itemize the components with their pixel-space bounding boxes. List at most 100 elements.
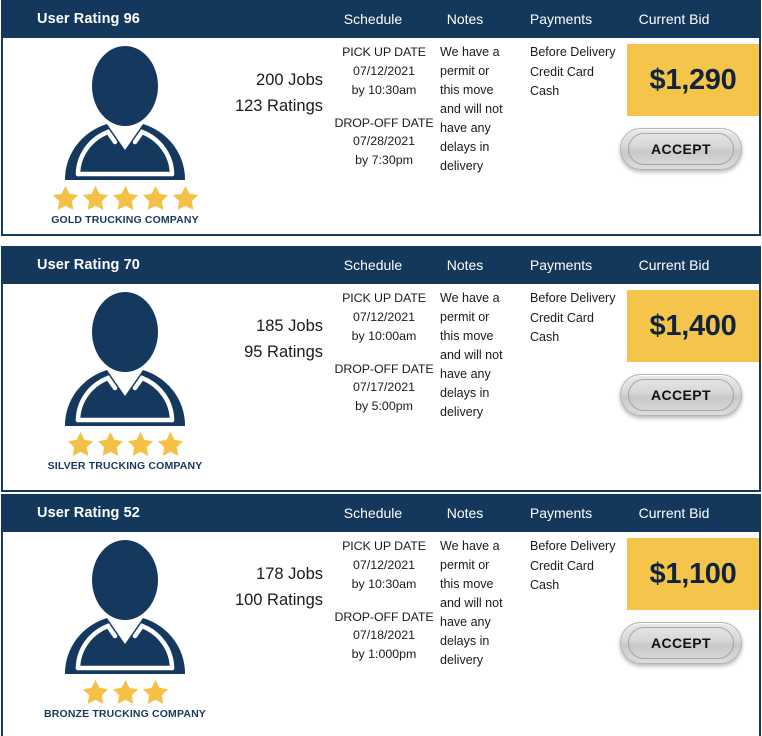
avatar — [60, 540, 190, 675]
notes-text: We have a permit or this move and will n… — [440, 291, 503, 419]
star-rating — [25, 429, 225, 459]
current-bid-box: $1,290 — [627, 44, 759, 116]
pickup-time: by 10:30am — [351, 576, 417, 591]
current-bid-box: $1,100 — [627, 538, 759, 610]
notes-text: We have a permit or this move and will n… — [440, 45, 503, 173]
star-icon — [97, 431, 123, 456]
column-header-notes: Notes — [446, 257, 484, 273]
accept-button[interactable]: ACCEPT — [620, 374, 742, 416]
bid-card: User Rating 70 Schedule Notes Payments C… — [1, 246, 761, 492]
user-rating-label: User Rating 70 — [37, 257, 140, 273]
pickup-label: PICK UP DATE — [342, 291, 426, 305]
dropoff-group: DROP-OFF DATE 07/28/2021 by 7:30pm — [330, 114, 438, 171]
bid-amount: $1,290 — [649, 63, 737, 96]
pickup-group: PICK UP DATE 07/12/2021 by 10:30am — [330, 537, 438, 594]
column-header-payments: Payments — [529, 257, 593, 273]
avatar — [60, 46, 190, 181]
dropoff-time: by 1:000pm — [351, 647, 417, 662]
bid-amount: $1,400 — [649, 309, 737, 342]
schedule-column: PICK UP DATE 07/12/2021 by 10:00am DROP-… — [330, 289, 438, 416]
user-avatar-icon — [64, 46, 186, 180]
pickup-label: PICK UP DATE — [342, 539, 426, 553]
payment-method: Cash — [530, 84, 560, 99]
jobs-count: 200 Jobs — [256, 71, 323, 89]
column-header-payments: Payments — [529, 505, 593, 521]
payment-method: Before Delivery — [530, 539, 616, 553]
star-icon — [112, 679, 138, 704]
column-header-notes: Notes — [446, 11, 484, 27]
star-icon — [112, 185, 138, 210]
pickup-group: PICK UP DATE 07/12/2021 by 10:30am — [330, 43, 438, 100]
star-icon — [172, 185, 198, 210]
star-icon — [82, 679, 108, 704]
star-icon — [157, 431, 183, 456]
company-name: GOLD TRUCKING COMPANY — [51, 214, 199, 226]
column-header-current-bid: Current Bid — [638, 11, 710, 27]
column-header-notes: Notes — [446, 505, 484, 521]
jobs-stats: 178 Jobs 100 Ratings — [193, 562, 323, 613]
accept-button-label: ACCEPT — [651, 635, 711, 651]
company-name: SILVER TRUCKING COMPANY — [47, 460, 203, 472]
accept-button[interactable]: ACCEPT — [620, 128, 742, 170]
user-rating-label: User Rating 52 — [37, 505, 140, 521]
card-body: SILVER TRUCKING COMPANY 185 Jobs 95 Rati… — [3, 284, 759, 488]
dropoff-label: DROP-OFF DATE — [334, 115, 434, 130]
user-avatar-icon — [64, 292, 186, 426]
current-bid-box: $1,400 — [627, 290, 759, 362]
dropoff-date: 07/18/2021 — [352, 628, 415, 643]
schedule-column: PICK UP DATE 07/12/2021 by 10:30am DROP-… — [330, 43, 438, 170]
bid-card: User Rating 96 Schedule Notes Payments C… — [1, 0, 761, 236]
card-body: BRONZE TRUCKING COMPANY 178 Jobs 100 Rat… — [3, 532, 759, 734]
ratings-count: 95 Ratings — [244, 342, 323, 361]
card-header: User Rating 70 Schedule Notes Payments C… — [1, 246, 761, 284]
dropoff-date: 07/28/2021 — [352, 134, 415, 149]
dropoff-time: by 7:30pm — [355, 153, 413, 168]
dropoff-label: DROP-OFF DATE — [334, 361, 434, 376]
notes-text: We have a permit or this move and will n… — [440, 539, 503, 667]
payment-method: Credit Card — [530, 310, 594, 325]
user-rating-label: User Rating 96 — [37, 11, 140, 27]
pickup-date: 07/12/2021 — [352, 309, 415, 324]
jobs-count: 178 Jobs — [256, 565, 323, 583]
dropoff-group: DROP-OFF DATE 07/17/2021 by 5:00pm — [330, 360, 438, 417]
pickup-time: by 10:00am — [351, 328, 417, 343]
star-rating — [25, 183, 225, 213]
star-icon — [82, 185, 108, 210]
star-icon — [142, 679, 168, 704]
payment-method: Cash — [530, 330, 560, 345]
payment-method: Before Delivery — [530, 291, 616, 305]
payment-method: Credit Card — [530, 64, 594, 79]
pickup-date: 07/12/2021 — [352, 63, 415, 78]
payments-column: Before Delivery Credit Card Cash — [530, 289, 626, 348]
bid-amount: $1,100 — [649, 557, 737, 590]
payment-method: Cash — [530, 578, 560, 593]
accept-button[interactable]: ACCEPT — [620, 622, 742, 664]
column-header-current-bid: Current Bid — [638, 505, 710, 521]
card-body: GOLD TRUCKING COMPANY 200 Jobs 123 Ratin… — [3, 38, 759, 234]
payment-method: Before Delivery — [530, 45, 616, 59]
pickup-label: PICK UP DATE — [342, 45, 426, 59]
pickup-group: PICK UP DATE 07/12/2021 by 10:00am — [330, 289, 438, 346]
column-header-schedule: Schedule — [343, 257, 403, 273]
payments-column: Before Delivery Credit Card Cash — [530, 537, 626, 596]
star-icon — [127, 431, 153, 456]
schedule-column: PICK UP DATE 07/12/2021 by 10:30am DROP-… — [330, 537, 438, 664]
pickup-time: by 10:30am — [351, 82, 417, 97]
column-header-payments: Payments — [529, 11, 593, 27]
accept-button-label: ACCEPT — [651, 141, 711, 157]
accept-button-label: ACCEPT — [651, 387, 711, 403]
company-name: BRONZE TRUCKING COMPANY — [44, 708, 206, 720]
column-header-schedule: Schedule — [343, 505, 403, 521]
dropoff-label: DROP-OFF DATE — [334, 609, 434, 624]
star-icon — [52, 185, 78, 210]
column-header-schedule: Schedule — [343, 11, 403, 27]
dropoff-time: by 5:00pm — [355, 399, 413, 414]
pickup-date: 07/12/2021 — [352, 557, 415, 572]
avatar — [60, 292, 190, 427]
bid-list-screen: User Rating 96 Schedule Notes Payments C… — [0, 0, 762, 736]
payment-method: Credit Card — [530, 558, 594, 573]
star-icon — [142, 185, 168, 210]
card-header: User Rating 96 Schedule Notes Payments C… — [1, 0, 761, 38]
column-header-current-bid: Current Bid — [638, 257, 710, 273]
card-header: User Rating 52 Schedule Notes Payments C… — [1, 494, 761, 532]
